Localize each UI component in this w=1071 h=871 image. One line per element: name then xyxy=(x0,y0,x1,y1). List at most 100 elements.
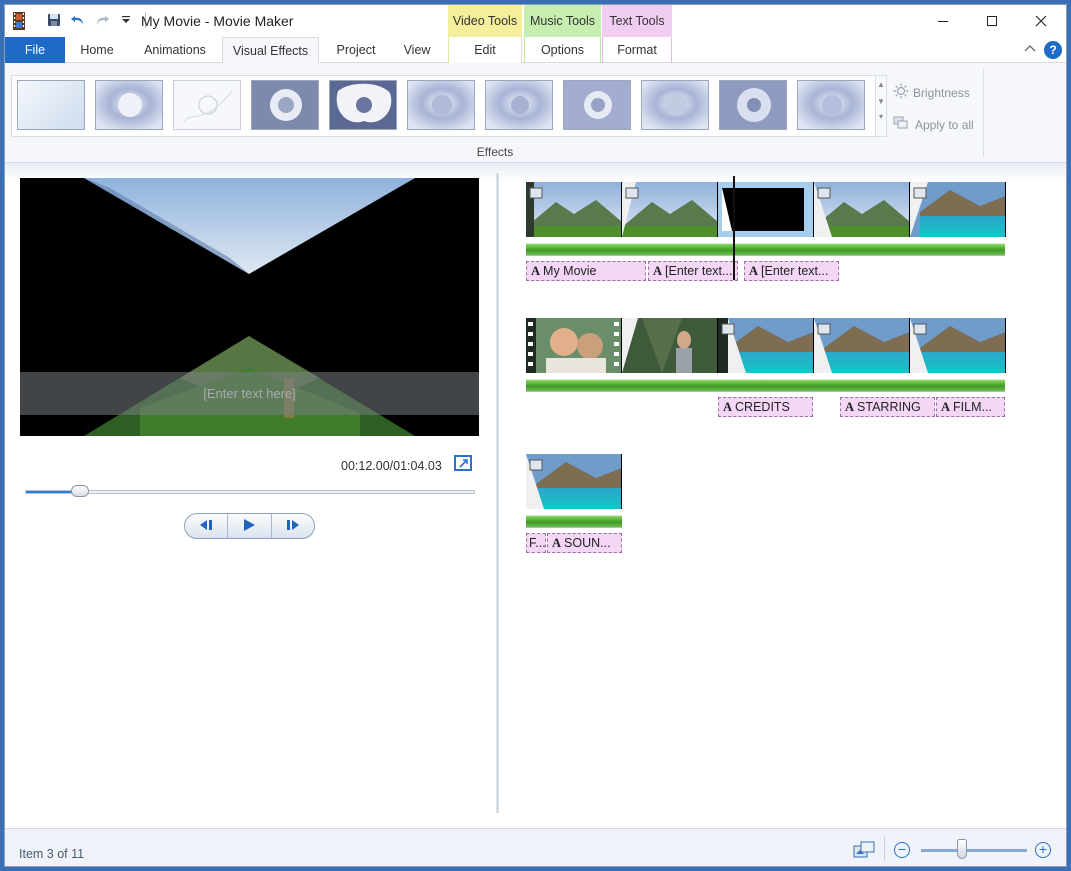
next-frame-button[interactable] xyxy=(272,514,314,538)
thumbnail-size-icon[interactable] xyxy=(853,841,875,862)
effect-thumbnail[interactable] xyxy=(485,80,553,130)
customize-toolbar-icon[interactable] xyxy=(117,11,135,29)
effect-thumbnail[interactable] xyxy=(719,80,787,130)
apply-to-all-button[interactable]: Apply to all xyxy=(893,115,974,134)
window-title: My Movie - Movie Maker xyxy=(141,13,294,29)
quick-access-toolbar xyxy=(45,11,150,29)
video-clip[interactable] xyxy=(910,318,1006,373)
pane-splitter[interactable] xyxy=(496,173,499,813)
zoom-out-button[interactable]: − xyxy=(894,842,910,858)
caption-clip[interactable]: A [Enter text... xyxy=(648,261,738,281)
effect-thumbnail[interactable] xyxy=(797,80,865,130)
next-frame-icon xyxy=(284,519,302,534)
caption-label: [Enter text... xyxy=(761,264,829,278)
audio-track[interactable] xyxy=(526,239,1005,256)
tab-edit[interactable]: Edit xyxy=(448,37,522,63)
caption-clip[interactable]: A FILM... xyxy=(936,397,1005,417)
effect-thumbnail[interactable] xyxy=(407,80,475,130)
effect-thumbnail[interactable] xyxy=(563,80,631,130)
video-preview[interactable]: [Enter text here] xyxy=(20,178,479,436)
video-clip[interactable] xyxy=(718,318,814,373)
undo-icon[interactable] xyxy=(69,11,87,29)
caption-clip[interactable]: A My Movie xyxy=(526,261,646,281)
close-button[interactable] xyxy=(1017,5,1065,37)
sun-icon xyxy=(893,83,909,102)
caption-clip[interactable]: A SOUN... xyxy=(547,533,622,553)
caption-label: CREDITS xyxy=(735,400,790,414)
playback-controls xyxy=(184,513,315,539)
ribbon-group-separator xyxy=(983,69,984,157)
storyboard-row: A CREDITS A STARRING A FILM... xyxy=(525,318,1006,418)
main-area: [Enter text here] 00:12.00/01:04.03 A My… xyxy=(5,163,1066,823)
caption-label: SOUN... xyxy=(564,536,611,550)
music-tools-header: Music Tools xyxy=(524,5,601,37)
redo-icon[interactable] xyxy=(93,11,111,29)
play-button[interactable] xyxy=(228,514,272,538)
video-clip[interactable] xyxy=(622,318,718,373)
seek-thumb[interactable] xyxy=(70,485,89,497)
tab-options[interactable]: Options xyxy=(524,37,601,63)
caption-label: My Movie xyxy=(543,264,597,278)
brightness-label: Brightness xyxy=(913,85,970,100)
caption-label: F... xyxy=(529,536,546,550)
tab-animations[interactable]: Animations xyxy=(133,37,217,63)
caption-label: FILM... xyxy=(953,400,992,414)
brightness-button[interactable]: Brightness xyxy=(893,83,970,102)
title-bar: My Movie - Movie Maker Video Tools Music… xyxy=(5,5,1066,37)
caption-clip[interactable]: F... xyxy=(526,533,546,553)
previous-frame-icon xyxy=(197,519,215,534)
effects-gallery xyxy=(11,75,877,137)
tab-home[interactable]: Home xyxy=(69,37,125,63)
caption-placeholder[interactable]: [Enter text here] xyxy=(20,386,479,401)
tab-project[interactable]: Project xyxy=(327,37,385,63)
caption-clip[interactable]: A CREDITS xyxy=(718,397,813,417)
film-strip-icon[interactable] xyxy=(11,12,27,30)
video-clip[interactable] xyxy=(814,318,910,373)
video-clip[interactable] xyxy=(622,182,718,237)
tab-view[interactable]: View xyxy=(393,37,441,63)
storyboard-row: F... A SOUN... xyxy=(525,454,625,554)
apply-to-all-label: Apply to all xyxy=(915,117,974,132)
video-clip[interactable] xyxy=(814,182,910,237)
minimize-button[interactable] xyxy=(919,5,967,37)
video-clip[interactable] xyxy=(910,182,1006,237)
item-count: Item 3 of 11 xyxy=(19,847,85,861)
save-icon[interactable] xyxy=(45,11,63,29)
audio-track[interactable] xyxy=(526,511,622,528)
effect-thumbnail[interactable] xyxy=(329,80,397,130)
collapse-ribbon-icon[interactable] xyxy=(1024,43,1036,57)
tab-file[interactable]: File xyxy=(5,37,65,63)
ribbon-visual-effects: ▲ ▼ ▾ Brightness Apply to all Effects xyxy=(5,63,1066,163)
effect-thumbnail[interactable] xyxy=(251,80,319,130)
fullscreen-preview-icon[interactable] xyxy=(454,455,472,471)
zoom-in-button[interactable]: + xyxy=(1035,842,1051,858)
help-icon[interactable]: ? xyxy=(1044,41,1062,59)
effect-thumbnail[interactable] xyxy=(641,80,709,130)
effect-thumbnail[interactable] xyxy=(95,80,163,130)
caption-clip[interactable]: A STARRING xyxy=(840,397,935,417)
previous-frame-button[interactable] xyxy=(185,514,229,538)
gallery-scroll[interactable]: ▲ ▼ ▾ xyxy=(875,75,887,137)
effects-group-label: Effects xyxy=(476,145,514,159)
caption-clip[interactable]: A [Enter text... xyxy=(744,261,839,281)
seek-bar[interactable] xyxy=(25,485,475,497)
text-tools-header: Text Tools xyxy=(602,5,672,37)
ribbon-tab-row: File Home Animations Visual Effects Proj… xyxy=(5,37,1066,64)
maximize-button[interactable] xyxy=(968,5,1016,37)
movie-maker-window: My Movie - Movie Maker Video Tools Music… xyxy=(4,4,1067,867)
tab-visual-effects[interactable]: Visual Effects xyxy=(222,37,319,64)
audio-track[interactable] xyxy=(526,375,1005,392)
video-clip[interactable] xyxy=(526,318,622,373)
playhead[interactable] xyxy=(733,176,735,280)
zoom-slider-track[interactable] xyxy=(921,849,1027,852)
video-clip[interactable] xyxy=(526,454,622,509)
tab-format[interactable]: Format xyxy=(602,37,672,63)
video-tools-header: Video Tools xyxy=(448,5,522,37)
effect-none[interactable] xyxy=(17,80,85,130)
storyboard: A My Movie A [Enter text... A [Enter text..… xyxy=(525,163,1065,823)
play-icon xyxy=(242,518,256,535)
effect-thumbnail[interactable] xyxy=(173,80,241,130)
zoom-slider-thumb[interactable] xyxy=(957,839,967,859)
video-clip[interactable] xyxy=(526,182,622,237)
status-separator xyxy=(884,837,885,861)
